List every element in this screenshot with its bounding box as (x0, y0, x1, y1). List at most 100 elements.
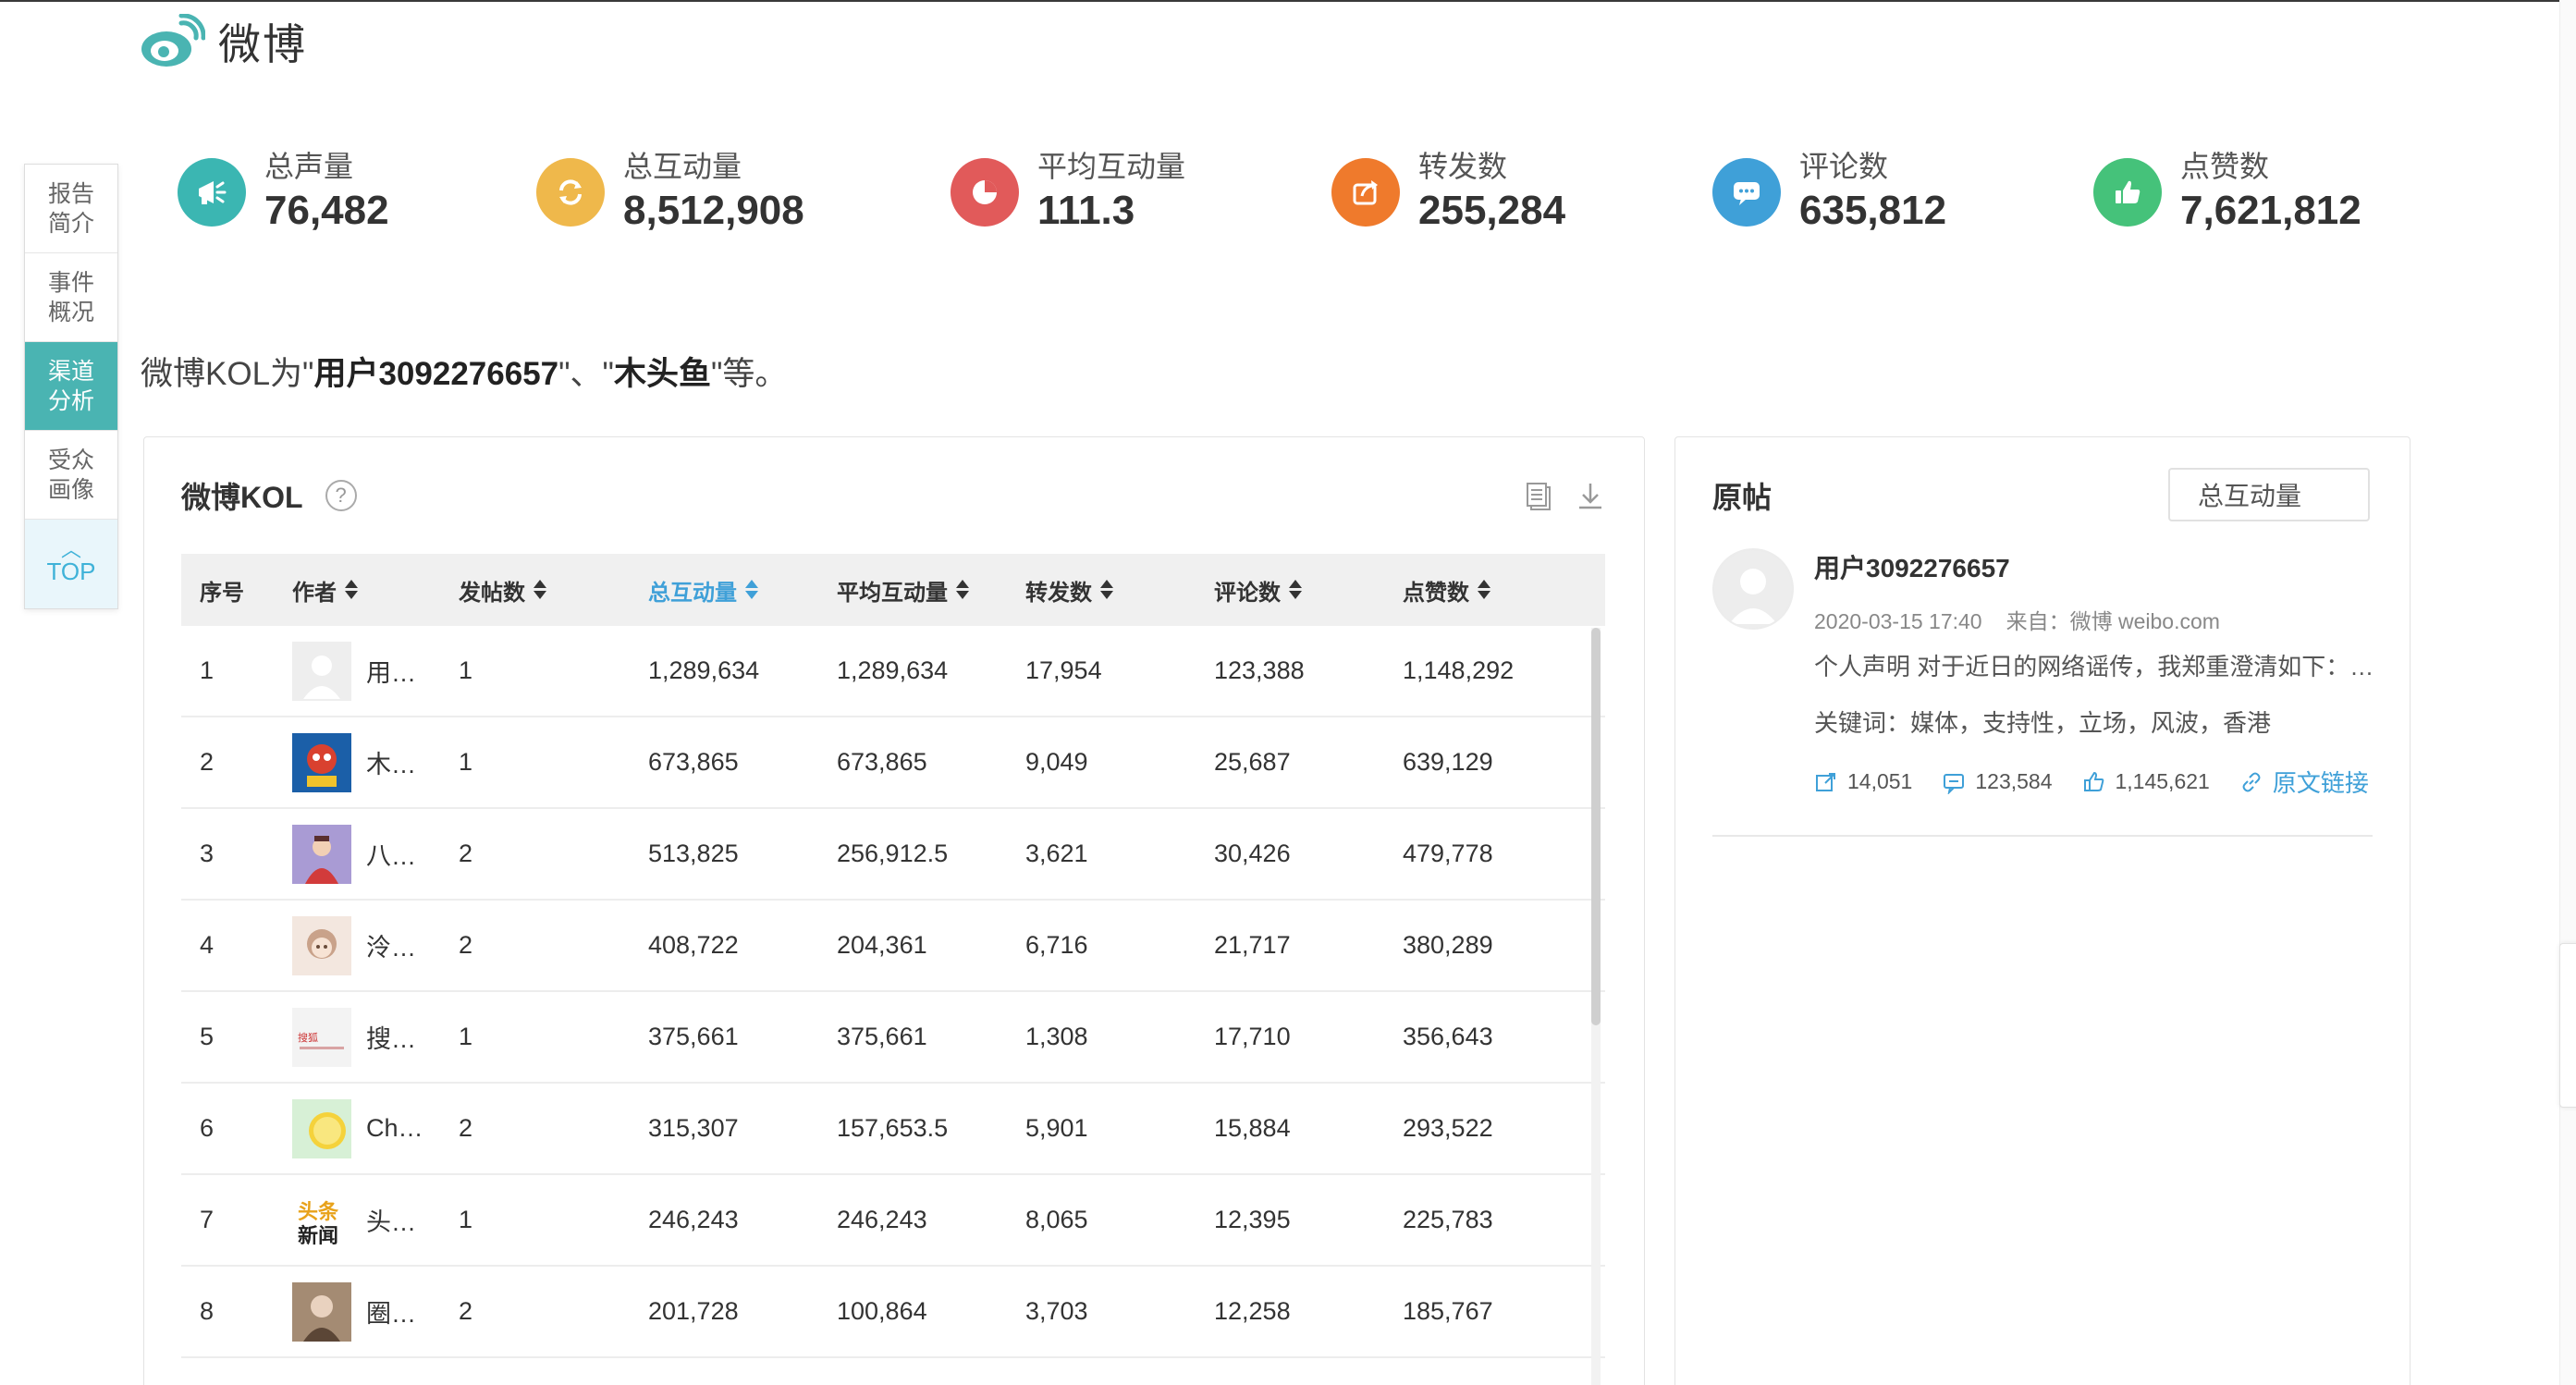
cell-rank: 3 (200, 840, 215, 867)
cell-rank: 8 (200, 1297, 215, 1325)
table-row[interactable]: 8 圈… 2 201,728 100,864 3,703 12,258 185,767 (181, 1267, 1605, 1358)
sort-icon[interactable] (744, 579, 759, 601)
post-actions: 14,051 123,584 1,145,621 原文链接 (1814, 765, 2387, 799)
col-likes[interactable]: 点赞数 (1403, 574, 1588, 607)
author-name[interactable]: 头… (366, 1202, 416, 1238)
sort-icon[interactable] (1477, 579, 1491, 601)
cell-author[interactable]: 圈… (292, 1281, 459, 1342)
sort-icon[interactable] (955, 579, 970, 601)
cell-author[interactable]: 用… (292, 641, 459, 701)
author-name[interactable]: 八… (366, 836, 416, 872)
col-label: 平均互动量 (837, 580, 948, 606)
stat-label: 转发数 (1418, 150, 1508, 183)
feedback-side-tab[interactable] (2559, 943, 2576, 1108)
panel-title: 原帖 (1712, 474, 1772, 517)
metric-select[interactable]: 总互动量 (2168, 468, 2370, 521)
stat-value: 76,482 (264, 188, 389, 233)
share-icon (1331, 158, 1400, 227)
help-icon[interactable]: ? (325, 480, 357, 511)
post-username[interactable]: 用户3092276657 (1814, 550, 2387, 587)
post-body: 用户3092276657 2020-03-15 17:40 来自：微博 weibo… (1814, 548, 2387, 799)
cell-avg-interaction: 375,661 (837, 1023, 927, 1050)
col-total-interaction[interactable]: 总互动量 (648, 574, 837, 607)
cell-avg-interaction: 673,865 (837, 748, 927, 776)
col-avg-interaction[interactable]: 平均互动量 (837, 574, 1025, 607)
cell-rank: 1 (200, 656, 215, 684)
post-time: 2020-03-15 17:40 (1814, 609, 1982, 633)
cell-total-interaction: 408,722 (648, 931, 739, 959)
sort-icon[interactable] (1099, 579, 1114, 601)
col-rank: 序号 (181, 574, 292, 607)
avatar[interactable] (1712, 548, 1794, 630)
cell-reposts: 9,049 (1025, 748, 1088, 776)
col-reposts[interactable]: 转发数 (1025, 574, 1214, 607)
cell-author[interactable]: 八… (292, 824, 459, 884)
original-link[interactable]: 原文链接 (2239, 765, 2369, 799)
cell-author[interactable]: 头条 新闻 头… (292, 1190, 459, 1250)
avatar[interactable] (292, 641, 351, 701)
sidenav-item-event-overview[interactable]: 事件概况 (25, 253, 117, 342)
sort-icon[interactable] (344, 579, 359, 601)
cell-posts: 2 (459, 931, 473, 959)
cell-comments: 12,395 (1214, 1206, 1291, 1233)
table-row[interactable]: 4 泠… 2 408,722 204,361 6,716 21,717 380,289 (181, 901, 1605, 992)
scrollbar-thumb[interactable] (1591, 628, 1601, 1025)
sidenav-item-report-intro[interactable]: 报告简介 (25, 165, 117, 253)
post-panel-title: 原帖 (1712, 481, 1773, 514)
avatar[interactable] (292, 1281, 351, 1342)
avatar[interactable] (292, 732, 351, 792)
table-row[interactable]: 5 搜狐 搜… 1 375,661 375,661 1,308 17,710 356,643 (181, 992, 1605, 1084)
cell-author[interactable]: Ch… (292, 1098, 459, 1158)
table-row[interactable]: 6 Ch… 2 315,307 157,653.5 5,901 15,884 293,522 (181, 1084, 1605, 1175)
sort-icon[interactable] (533, 579, 547, 601)
cell-likes: 293,522 (1403, 1114, 1493, 1142)
author-name[interactable]: 泠… (366, 927, 416, 963)
summary-suffix: "等。 (711, 356, 788, 392)
stat-reposts: 转发数 255,284 (1331, 137, 1565, 248)
back-to-top-button[interactable]: ︿ TOP (25, 520, 117, 608)
author-name[interactable]: Ch… (366, 1114, 423, 1143)
cell-reposts: 3,703 (1025, 1297, 1088, 1325)
stat-label: 总声量 (264, 150, 354, 183)
author-name[interactable]: 木… (366, 744, 416, 780)
summary-separator: "、" (558, 356, 614, 392)
table-scrollbar[interactable] (1591, 628, 1601, 1385)
cell-author[interactable]: 泠… (292, 915, 459, 975)
table-row[interactable]: 7 头条 新闻 头… 1 246,243 246,243 8,065 12,395 225,783 (181, 1175, 1605, 1267)
sidenav-item-audience-profile[interactable]: 受众画像 (25, 431, 117, 520)
copy-icon[interactable] (1522, 480, 1555, 513)
col-comments[interactable]: 评论数 (1214, 574, 1403, 607)
author-name[interactable]: 搜… (366, 1019, 416, 1055)
cell-total-interaction: 1,289,634 (648, 656, 760, 684)
table-row[interactable]: 1 用… 1 1,289,634 1,289,634 17,954 123,388 1,148… (181, 626, 1605, 717)
cell-total-interaction: 673,865 (648, 748, 739, 776)
download-icon[interactable] (1574, 480, 1607, 513)
stat-average-interaction: 平均互动量 111.3 (951, 137, 1185, 248)
author-name[interactable]: 用… (366, 653, 416, 689)
table-header: 序号 作者 发帖数 总互动量 平均互动量 转发数 评论数 点赞数 (181, 554, 1605, 626)
svg-text:搜狐: 搜狐 (298, 1031, 318, 1044)
cell-avg-interaction: 204,361 (837, 931, 927, 959)
cell-comments: 15,884 (1214, 1114, 1291, 1142)
panel-tools (1503, 480, 1607, 513)
link-icon (2242, 772, 2261, 791)
col-author[interactable]: 作者 (292, 574, 459, 607)
divider (1712, 835, 2373, 837)
avatar[interactable] (292, 1098, 351, 1158)
cell-author[interactable]: 搜狐 搜… (292, 1007, 459, 1067)
sidenav-item-channel-analysis[interactable]: 渠道分析 (25, 342, 117, 431)
table-row[interactable]: 3 八… 2 513,825 256,912.5 3,621 30,426 479,778 (181, 809, 1605, 901)
summary-prefix: 微博KOL为" (141, 356, 314, 392)
stat-value: 635,812 (1799, 188, 1947, 233)
avatar[interactable] (292, 824, 351, 884)
author-name[interactable]: 圈… (366, 1293, 416, 1330)
avatar[interactable] (292, 915, 351, 975)
table-row[interactable]: 2 木… 1 673,865 673,865 9,049 25,687 639,129 (181, 717, 1605, 809)
col-posts[interactable]: 发帖数 (459, 574, 648, 607)
cell-author[interactable]: 木… (292, 732, 459, 792)
avatar[interactable]: 搜狐 (292, 1007, 351, 1067)
avatar[interactable]: 头条 新闻 (292, 1190, 351, 1250)
sort-icon[interactable] (1288, 579, 1303, 601)
brand-name: 微博 (218, 20, 307, 68)
col-label: 转发数 (1025, 580, 1092, 606)
